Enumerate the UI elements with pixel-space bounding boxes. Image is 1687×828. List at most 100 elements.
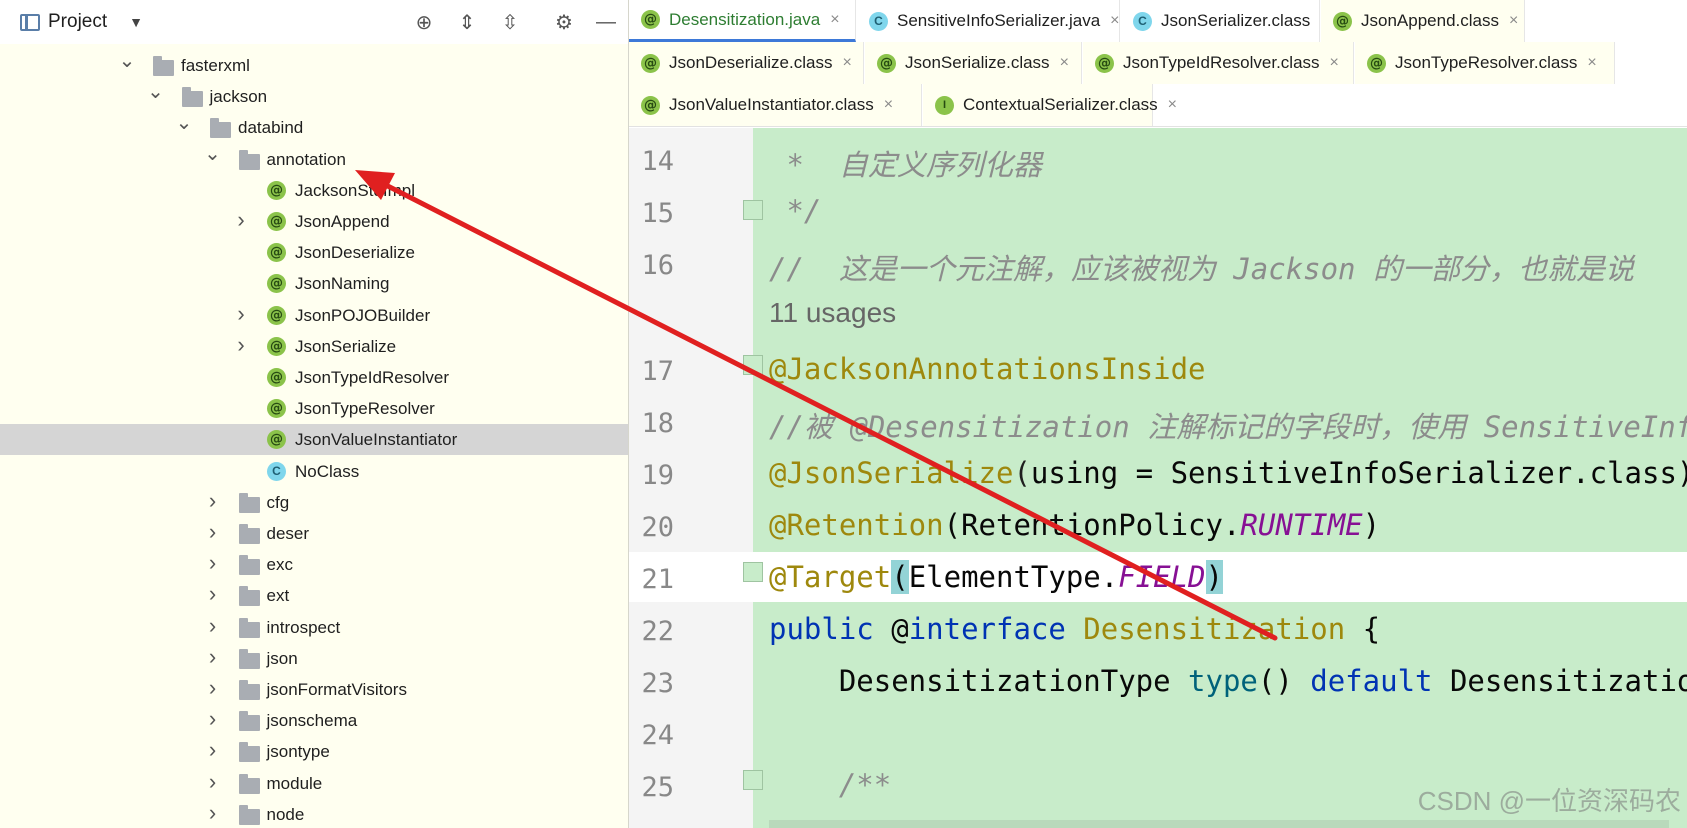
hide-panel-icon[interactable]: — [592,8,620,36]
chevron-right-icon[interactable]: › [205,488,221,513]
chevron-down-icon[interactable]: ⌄ [204,143,221,165]
close-icon[interactable]: × [884,96,893,114]
chevron-right-icon[interactable]: › [205,769,221,794]
tree-item-module[interactable]: › module [0,768,628,799]
tree-item-ext[interactable]: › ext [0,580,628,611]
line-number: 16 [641,250,674,281]
code-line[interactable]: @JacksonAnnotationsInside [769,352,1206,386]
code-line[interactable]: DesensitizationType type() default Desen… [769,664,1687,698]
tree-item-jackson[interactable]: ⌄ jackson [0,81,628,112]
tab-jsontypeidresolver-class[interactable]: @ JsonTypeIdResolver.class × [1083,42,1354,84]
project-panel-title: Project [48,11,108,32]
tree-item-jsonschema[interactable]: › jsonschema [0,705,628,736]
code-line[interactable]: //被 @Desensitization 注解标记的字段时，使用 Sensiti… [769,404,1687,446]
chevron-down-icon[interactable]: ▼ [129,14,143,30]
close-icon[interactable]: × [1110,12,1119,30]
tree-item-jsonformatvisitors[interactable]: › jsonFormatVisitors [0,674,628,705]
chevron-right-icon[interactable]: › [205,706,221,731]
close-icon[interactable]: × [1168,96,1177,114]
tree-item-jsonappend[interactable]: › @ JsonAppend [0,206,628,237]
fold-marker-icon[interactable] [743,355,763,375]
chevron-right-icon[interactable]: › [205,644,221,669]
fold-marker-icon[interactable] [743,562,763,582]
collapse-all-icon[interactable]: ⇳ [496,8,524,36]
chevron-right-icon[interactable]: › [205,800,221,825]
close-icon[interactable]: × [830,11,839,29]
gear-icon[interactable]: ⚙ [550,8,578,36]
tree-item-json[interactable]: › json [0,643,628,674]
tab-jsondeserialize-class[interactable]: @ JsonDeserialize.class × [629,42,864,84]
tab-label: SensitiveInfoSerializer.java [897,11,1101,30]
tab-jsontyperesolver-class[interactable]: @ JsonTypeResolver.class × [1355,42,1615,84]
tree-item-databind[interactable]: ⌄ databind [0,112,628,143]
code-token: FIELD [1118,560,1206,594]
chevron-right-icon[interactable]: › [205,737,221,762]
code-line[interactable]: @Target(ElementType.FIELD) [769,560,1223,594]
annotation-icon: @ [267,399,286,419]
tab-jsonappend-class[interactable]: @ JsonAppend.class × [1321,0,1525,42]
tree-item-noclass[interactable]: C NoClass [0,456,628,487]
tree-item-annotation[interactable]: ⌄ annotation [0,143,628,175]
code-line[interactable]: // 这是一个元注解，应该被视为 Jackson 的一部分，也就是说 [769,246,1634,288]
close-icon[interactable]: × [1587,54,1596,72]
tree-item-label: jackson [209,87,268,107]
tab-jsonserializer-class[interactable]: CJsonSerializer.class× [1121,0,1330,42]
chevron-down-icon[interactable]: ⌄ [176,112,193,134]
tree-item-jsonvalueinstantiator[interactable]: @ JsonValueInstantiator [0,424,628,456]
tab-jsonvalueinstantiator-class[interactable]: @ JsonValueInstantiator.class × [629,84,922,126]
tree-item-exc[interactable]: › exc [0,549,628,580]
tree-item-jsondeserialize[interactable]: @ JsonDeserialize [0,237,628,268]
chevron-right-icon[interactable]: › [205,675,221,700]
line-number: 19 [641,460,674,491]
tree-item-jsonpojobuilder[interactable]: › @ JsonPOJOBuilder [0,300,628,331]
chevron-down-icon[interactable]: ⌄ [119,50,136,72]
tab-jsonserialize-class[interactable]: @ JsonSerialize.class × [865,42,1082,84]
usages-inlay-hint[interactable]: 11 usages [769,297,896,329]
code-line[interactable]: */ [769,194,821,228]
code-line[interactable]: /** [769,768,891,802]
folder-icon [238,524,260,544]
chevron-right-icon[interactable]: › [205,550,221,575]
close-icon[interactable]: × [842,54,851,72]
tree-item-deser[interactable]: › deser [0,518,628,549]
tab-desensitization-java[interactable]: @ Desensitization.java × [629,0,856,42]
chevron-right-icon[interactable]: › [233,332,249,357]
tree-item-jacksonstdimpl[interactable]: @ JacksonStdImpl [0,175,628,206]
tree-item-label: NoClass [295,461,360,481]
tree-item-jsontype[interactable]: › jsontype [0,736,628,767]
tree-item-jsonserialize[interactable]: › @ JsonSerialize [0,331,628,362]
tree-item-node[interactable]: › node [0,799,628,828]
chevron-down-icon[interactable]: ⌄ [147,81,164,103]
fold-marker-icon[interactable] [743,770,763,790]
tab-row: @ JsonValueInstantiator.class × I Contextual… [629,84,1687,127]
tree-item-label: JsonAppend [295,212,390,231]
close-icon[interactable]: × [1330,54,1339,72]
tab-sensitiveinfoserializer-java[interactable]: C SensitiveInfoSerializer.java × [857,0,1120,42]
folder-icon [238,804,260,825]
expand-all-icon[interactable]: ⇕ [453,8,481,36]
close-icon[interactable]: × [1509,12,1518,30]
tab-contextualserializer-class[interactable]: I ContextualSerializer.class × [923,84,1177,126]
chevron-right-icon[interactable]: › [205,519,221,544]
code-line[interactable]: public @interface Desensitization { [769,612,1380,646]
tree-item-jsontypeidresolver[interactable]: @ JsonTypeIdResolver [0,362,628,393]
locate-target-icon[interactable]: ⊕ [410,8,438,36]
code-line[interactable]: @Retention(RetentionPolicy.RUNTIME) [769,508,1380,542]
chevron-right-icon[interactable]: › [205,581,221,606]
code-token: @Target [769,560,892,594]
code-line[interactable]: * 自定义序列化器 [769,142,1041,184]
tree-item-jsonnaming[interactable]: @ JsonNaming [0,268,628,299]
chevron-right-icon[interactable]: › [233,207,249,232]
code-line[interactable]: @JsonSerialize(using = SensitiveInfoSeri… [769,456,1687,490]
doc-comment-strip [769,820,1669,828]
chevron-right-icon[interactable]: › [233,301,249,326]
tree-item-fasterxml[interactable]: ⌄ fasterxml [0,50,628,81]
tree-item-jsontyperesolver[interactable]: @ JsonTypeResolver [0,393,628,424]
fold-marker-icon[interactable] [743,200,763,220]
project-view-selector[interactable]: Project ▼ [20,10,143,34]
close-icon[interactable]: × [1060,54,1069,72]
code-token: { [1362,612,1381,646]
chevron-right-icon[interactable]: › [205,613,221,638]
tree-item-cfg[interactable]: › cfg [0,487,628,518]
tree-item-introspect[interactable]: › introspect [0,612,628,643]
